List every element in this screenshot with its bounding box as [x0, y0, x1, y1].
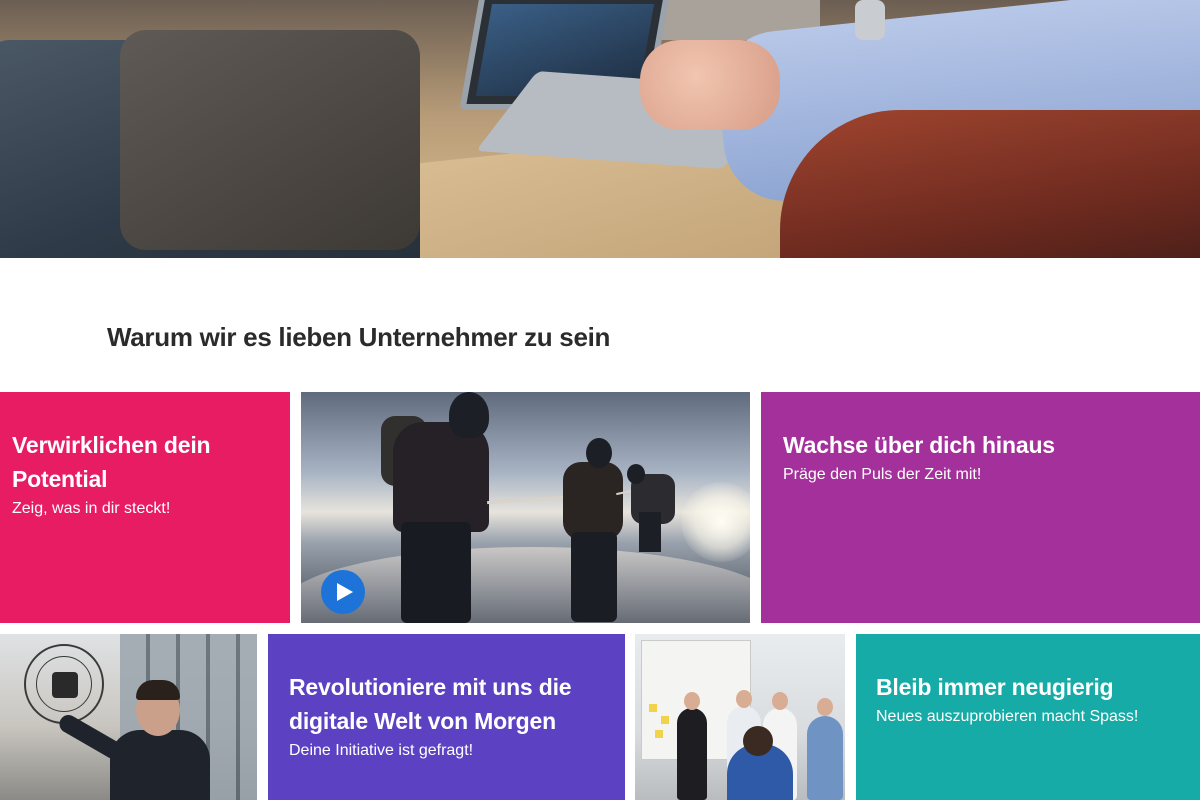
- tile-title: Bleib immer neugierig: [876, 674, 1114, 700]
- hiker-legs: [639, 512, 661, 552]
- tile-curious[interactable]: Bleib immer neugierig Neues auszuprobier…: [856, 634, 1200, 800]
- tile-subtitle: Deine Initiative ist gefragt!: [289, 742, 474, 759]
- person-head: [736, 690, 752, 708]
- tile-subtitle: Neues auszuprobieren macht Spass!: [876, 708, 1139, 725]
- hiker-legs: [571, 532, 617, 622]
- person: [677, 708, 707, 800]
- person-head: [772, 692, 788, 710]
- section-title: Warum wir es lieben Unternehmer zu sein: [107, 322, 611, 352]
- hiker-head: [449, 392, 489, 438]
- hand: [640, 40, 780, 130]
- tile-title: Revolutioniere mit uns die digitale Welt…: [289, 674, 572, 734]
- person-head: [684, 692, 700, 710]
- drone: [24, 644, 104, 724]
- tile-photo-drone[interactable]: [0, 634, 257, 800]
- hiker-body: [563, 462, 623, 540]
- bag-lid: [120, 30, 420, 250]
- tile-video[interactable]: [301, 392, 750, 623]
- sticky-note: [655, 730, 663, 738]
- sun-glare: [681, 482, 750, 562]
- man-hair: [136, 680, 180, 700]
- tile-title: Verwirklichen dein Potential: [12, 432, 211, 492]
- tile-subtitle: Zeig, was in dir steckt!: [12, 500, 171, 517]
- person: [807, 716, 843, 800]
- tile-potential[interactable]: Verwirklichen dein Potential Zeig, was i…: [0, 392, 290, 623]
- tile-photo-meeting[interactable]: [635, 634, 845, 800]
- man-body: [110, 730, 210, 800]
- chair: [780, 110, 1200, 258]
- wristwatch: [855, 0, 885, 40]
- snow-ridge: [301, 547, 750, 623]
- person-head: [817, 698, 833, 716]
- person-head: [743, 726, 773, 756]
- sticky-note: [661, 716, 669, 724]
- hiker-head: [586, 438, 612, 468]
- play-icon: [337, 583, 353, 601]
- hiker-head: [627, 464, 645, 484]
- tile-grow[interactable]: Wachse über dich hinaus Präge den Puls d…: [761, 392, 1200, 623]
- play-button[interactable]: [321, 570, 365, 614]
- hero-photo: [0, 0, 1200, 258]
- tile-revolution[interactable]: Revolutioniere mit uns die digitale Welt…: [268, 634, 625, 800]
- hiker-legs: [401, 522, 471, 623]
- sticky-note: [649, 704, 657, 712]
- hiker-body: [393, 422, 489, 532]
- tile-title: Wachse über dich hinaus: [783, 432, 1055, 458]
- tile-subtitle: Präge den Puls der Zeit mit!: [783, 466, 982, 483]
